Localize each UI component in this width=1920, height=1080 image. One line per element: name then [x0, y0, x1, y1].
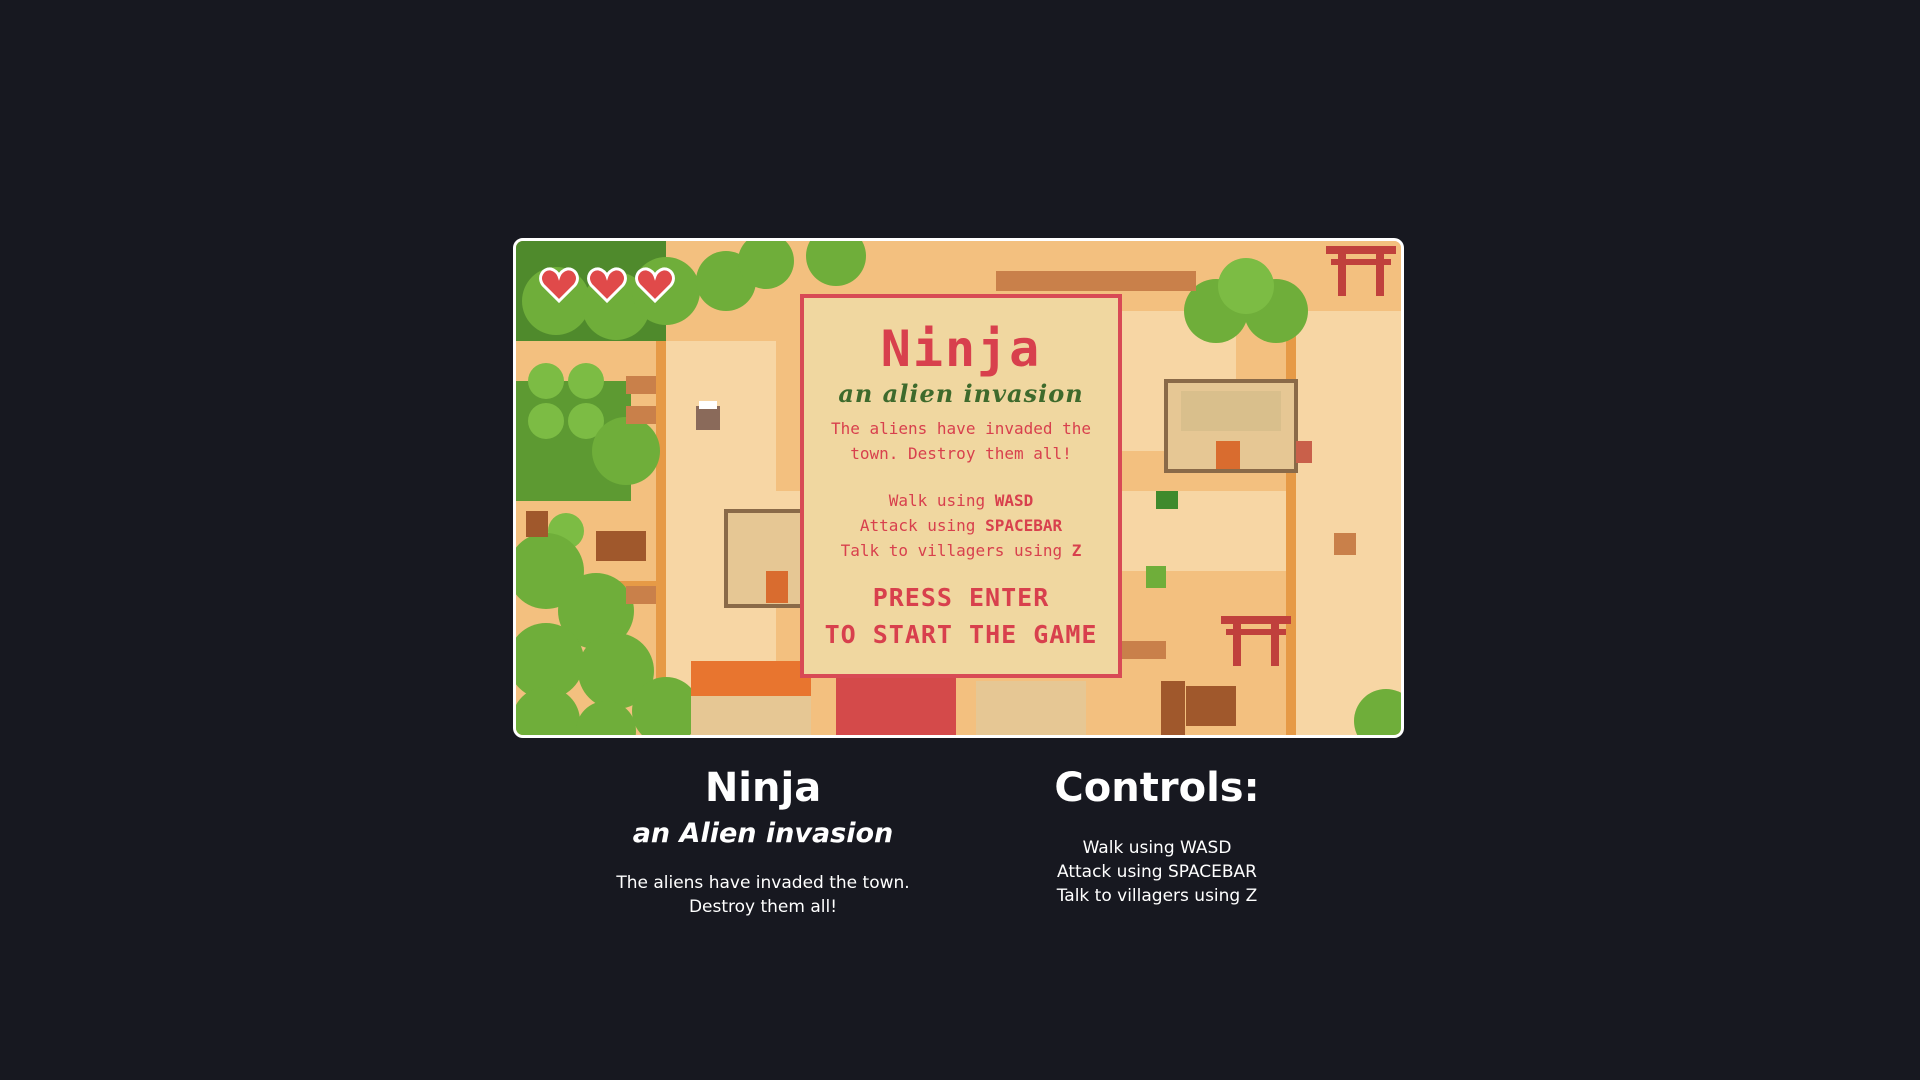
intro-line: The aliens have invaded the — [830, 419, 1092, 438]
control-talk: Talk to villagers using Z — [840, 541, 1082, 560]
info-subtitle: an Alien invasion — [632, 818, 894, 849]
controls-list: Walk using WASD Attack using SPACEBAR Ta… — [804, 488, 1118, 563]
house-left-mid — [724, 509, 808, 608]
heart-icon — [635, 267, 675, 303]
press-enter-prompt[interactable]: PRESS ENTER TO START THE GAME — [804, 579, 1118, 653]
start-screen-card: Ninja an alien invasion The aliens have … — [800, 294, 1122, 678]
game-title: Ninja — [880, 320, 1042, 378]
heart-icon — [587, 267, 627, 303]
controls-title: Controls: — [1054, 765, 1260, 811]
controls-info-list: Walk using WASD Attack using SPACEBAR Ta… — [957, 836, 1357, 908]
game-subtitle: an alien invasion — [838, 379, 1084, 408]
control-walk: Walk using WASD — [888, 491, 1034, 510]
intro-line: town. Destroy them all! — [850, 444, 1072, 463]
info-title: Ninja — [704, 765, 822, 811]
controls-info-item: Talk to villagers using Z — [1056, 886, 1258, 906]
info-description: The aliens have invaded the town. Destro… — [616, 873, 910, 917]
intro-text: The aliens have invaded the town. Destro… — [818, 416, 1104, 466]
controls-info-item: Attack using SPACEBAR — [1057, 862, 1257, 882]
controls-info: Controls: Walk using WASD Attack using S… — [957, 766, 1357, 908]
house-right-top — [1164, 379, 1298, 473]
controls-info-item: Walk using WASD — [1082, 838, 1232, 858]
game-canvas-frame[interactable]: Ninja an alien invasion The aliens have … — [513, 238, 1404, 738]
heart-icon — [539, 267, 579, 303]
control-attack: Attack using SPACEBAR — [859, 516, 1063, 535]
game-info: Ninja an Alien invasion The aliens have … — [563, 766, 963, 919]
